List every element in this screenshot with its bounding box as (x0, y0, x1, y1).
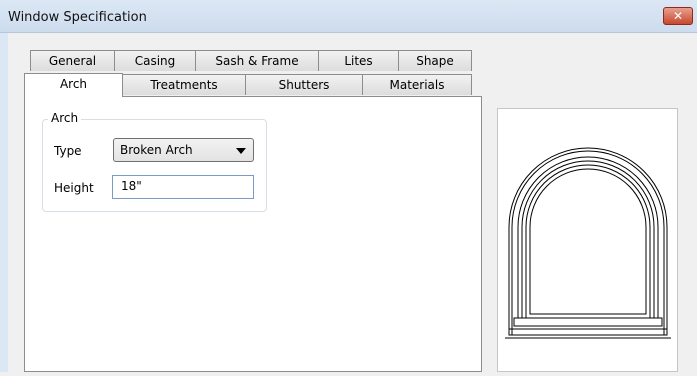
tab-label: Treatments (150, 78, 218, 92)
window-frame (0, 33, 8, 372)
tab-casing[interactable]: Casing (114, 50, 196, 71)
type-label: Type (54, 144, 82, 158)
window-preview (497, 108, 678, 372)
arch-group-label: Arch (48, 111, 82, 125)
tab-label: Arch (59, 77, 88, 91)
tab-label: Shutters (278, 78, 330, 92)
tab-label: Lites (344, 54, 373, 68)
tab-lites[interactable]: Lites (318, 50, 399, 71)
tab-general[interactable]: General (30, 50, 115, 71)
chevron-down-icon (236, 148, 246, 154)
tab-materials[interactable]: Materials (362, 74, 472, 95)
arch-type-select[interactable]: Broken Arch (113, 138, 254, 162)
arch-window-icon (505, 147, 671, 339)
tab-arch[interactable]: Arch (24, 73, 123, 97)
close-icon: ✕ (672, 9, 684, 23)
tab-shape[interactable]: Shape (398, 50, 472, 71)
close-button[interactable]: ✕ (663, 7, 693, 25)
title-bar: Window Specification ✕ (0, 0, 697, 33)
window-title: Window Specification (8, 10, 147, 25)
tab-sash-frame[interactable]: Sash & Frame (195, 50, 319, 71)
tab-label: Sash & Frame (215, 54, 299, 68)
tab-treatments[interactable]: Treatments (122, 74, 246, 95)
arch-type-value: Broken Arch (120, 143, 193, 157)
arch-height-value: 18" (121, 179, 142, 193)
arch-height-input[interactable]: 18" (112, 175, 254, 199)
height-label: Height (54, 181, 94, 195)
tab-label: Casing (134, 54, 176, 68)
tab-label: Shape (416, 54, 454, 68)
tab-label: General (48, 54, 97, 68)
tab-shutters[interactable]: Shutters (245, 74, 363, 95)
tab-label: Materials (389, 78, 445, 92)
